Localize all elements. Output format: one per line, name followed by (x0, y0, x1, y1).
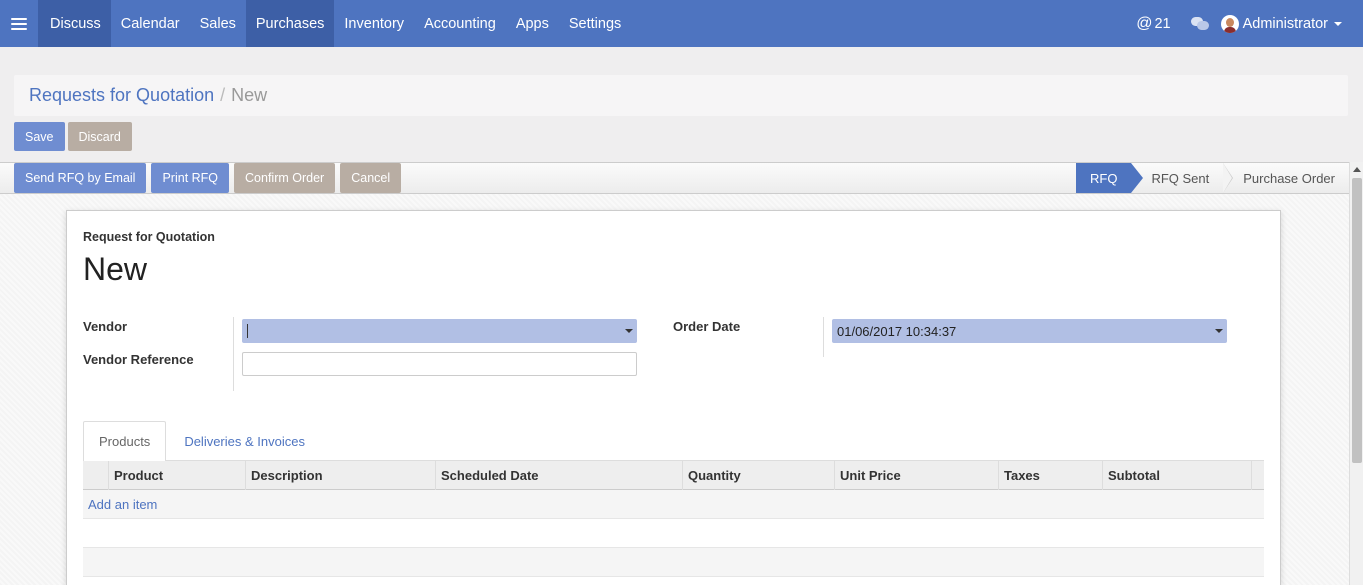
breadcrumb: Requests for Quotation / New (14, 75, 1348, 116)
menu-item-discuss[interactable]: Discuss (38, 0, 111, 47)
field-divider (233, 317, 234, 391)
mentions-count: 21 (1154, 15, 1171, 32)
breadcrumb-current: New (231, 85, 268, 105)
confirm-order-button[interactable]: Confirm Order (234, 163, 336, 193)
at-icon: @ (1136, 14, 1153, 32)
column-header-description[interactable]: Description (245, 461, 435, 490)
text-cursor (247, 324, 248, 338)
vendor-reference-label: Vendor Reference (83, 352, 194, 367)
menu-item-inventory[interactable]: Inventory (334, 0, 414, 47)
form-buttons: Save Discard (14, 122, 132, 151)
main-menu: Discuss Calendar Sales Purchases Invento… (38, 0, 631, 47)
tab-products[interactable]: Products (83, 421, 167, 462)
order-date-value: 01/06/2017 10:34:37 (837, 323, 957, 339)
breadcrumb-parent-link[interactable]: Requests for Quotation (29, 85, 214, 106)
column-header-product[interactable]: Product (108, 461, 245, 490)
order-lines-table: Product Description Scheduled Date Quant… (83, 461, 1264, 577)
chevron-down-icon (1334, 21, 1342, 26)
column-header-quantity[interactable]: Quantity (682, 461, 834, 490)
add-item-link[interactable]: Add an item (83, 497, 157, 512)
column-header-taxes[interactable]: Taxes (998, 461, 1102, 490)
vertical-scrollbar[interactable] (1349, 162, 1363, 585)
tab-deliveries-invoices[interactable]: Deliveries & Invoices (166, 421, 320, 461)
cancel-button[interactable]: Cancel (340, 163, 402, 193)
column-header-unit-price[interactable]: Unit Price (834, 461, 998, 490)
hamburger-icon (11, 17, 27, 30)
table-row: Add an item (83, 490, 1264, 519)
stage-rfq[interactable]: RFQ (1075, 163, 1144, 193)
mentions-button[interactable]: @ 21 (1136, 15, 1170, 33)
field-divider (823, 317, 824, 357)
menu-item-settings[interactable]: Settings (559, 0, 631, 47)
avatar[interactable] (1220, 14, 1239, 33)
chat-icon[interactable] (1190, 16, 1209, 31)
document-type-label: Request for Quotation (83, 230, 215, 244)
page-title: New (83, 251, 148, 287)
form-sheet: Request for Quotation New Vendor Vendor … (66, 210, 1281, 585)
column-header-scheduled-date[interactable]: Scheduled Date (435, 461, 682, 490)
table-row (83, 548, 1264, 577)
menu-item-accounting[interactable]: Accounting (414, 0, 506, 47)
scrollbar-thumb[interactable] (1352, 178, 1362, 463)
menu-item-purchases[interactable]: Purchases (245, 0, 335, 47)
statusbar: Send RFQ by Email Print RFQ Confirm Orde… (0, 162, 1349, 194)
top-navbar: Discuss Calendar Sales Purchases Invento… (0, 0, 1363, 47)
menu-item-apps[interactable]: Apps (506, 0, 559, 47)
user-menu[interactable]: Administrator (1243, 16, 1328, 32)
print-rfq-button[interactable]: Print RFQ (151, 163, 230, 193)
scroll-up-icon[interactable] (1353, 167, 1361, 172)
control-panel: Requests for Quotation / New Save Discar… (0, 47, 1363, 162)
stage-rfq-sent[interactable]: RFQ Sent (1131, 163, 1234, 193)
vendor-select[interactable] (242, 319, 637, 343)
handle-column-header (83, 461, 108, 490)
delete-column-header (1251, 461, 1264, 490)
chevron-down-icon[interactable] (1215, 329, 1223, 333)
apps-menu-toggle[interactable] (0, 0, 38, 47)
vendor-label: Vendor (83, 319, 128, 334)
statusbar-buttons: Send RFQ by Email Print RFQ Confirm Orde… (14, 163, 402, 193)
stage-purchase-order[interactable]: Purchase Order (1223, 163, 1349, 193)
send-rfq-email-button[interactable]: Send RFQ by Email (14, 163, 147, 193)
column-header-subtotal[interactable]: Subtotal (1102, 461, 1251, 490)
navbar-systray: @ 21 Administrator (1136, 0, 1363, 47)
vendor-reference-field[interactable] (242, 352, 637, 376)
menu-item-sales[interactable]: Sales (190, 0, 246, 47)
table-header: Product Description Scheduled Date Quant… (83, 461, 1264, 490)
status-stages: RFQ RFQ Sent Purchase Order (1075, 163, 1349, 193)
notebook-tabs: Products Deliveries & Invoices (83, 421, 1264, 462)
menu-item-calendar[interactable]: Calendar (111, 0, 190, 47)
form-view: Request for Quotation New Vendor Vendor … (0, 194, 1349, 585)
breadcrumb-separator: / (220, 85, 226, 105)
chevron-down-icon[interactable] (625, 329, 633, 333)
order-date-field[interactable]: 01/06/2017 10:34:37 (832, 319, 1227, 343)
order-date-label: Order Date (673, 319, 741, 334)
discard-button[interactable]: Discard (67, 122, 132, 151)
table-row (83, 519, 1264, 548)
save-button[interactable]: Save (14, 122, 65, 151)
